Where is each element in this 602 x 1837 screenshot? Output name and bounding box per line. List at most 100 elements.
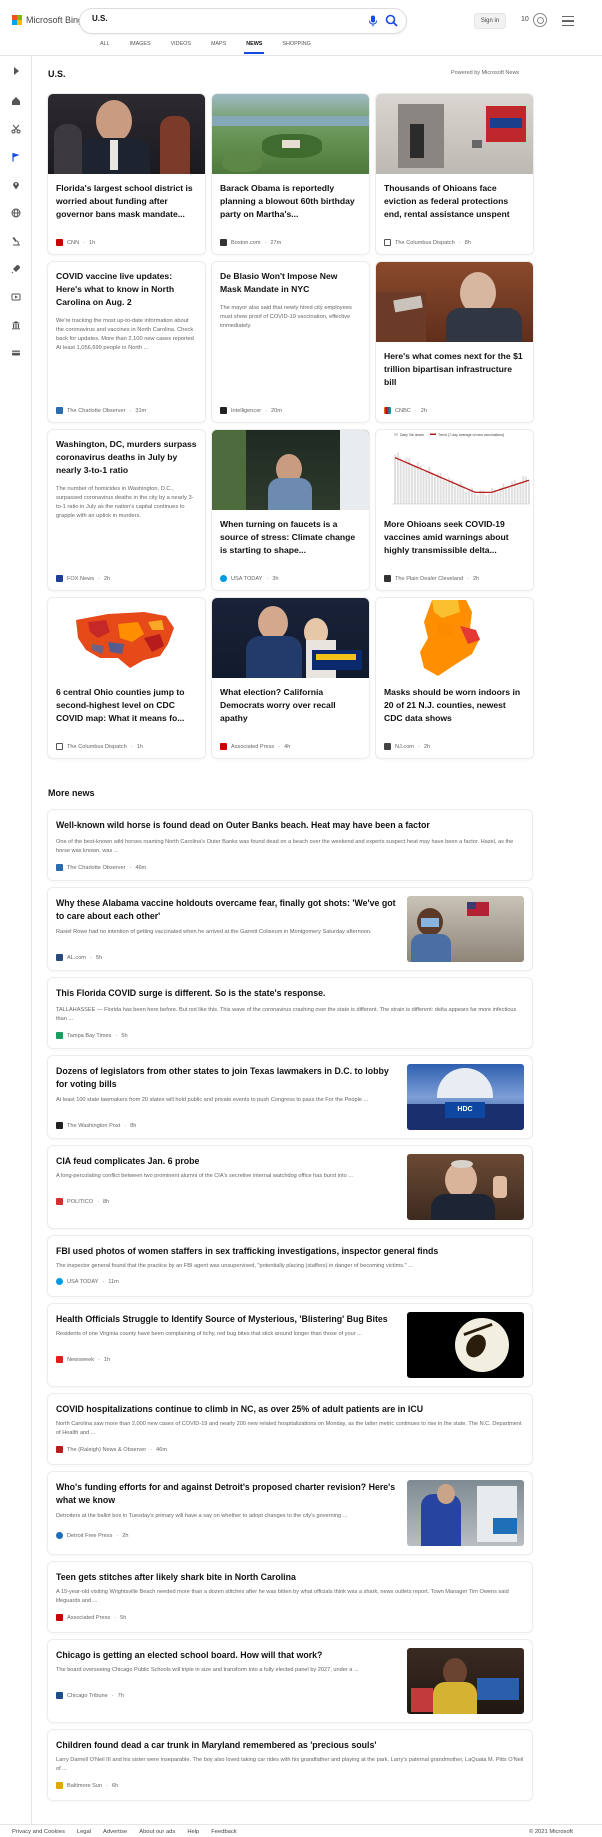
item-title[interactable]: Chicago is getting an elected school boa… bbox=[56, 1649, 401, 1662]
scissors-icon[interactable] bbox=[11, 124, 21, 134]
card-title[interactable]: When turning on faucets is a source of s… bbox=[212, 518, 369, 557]
item-title[interactable]: Children found dead a car trunk in Maryl… bbox=[56, 1739, 516, 1752]
item-title[interactable]: Well-known wild horse is found dead on O… bbox=[56, 819, 516, 832]
item-title[interactable]: FBI used photos of women staffers in sex… bbox=[56, 1245, 516, 1258]
footer-link-feedback[interactable]: Feedback bbox=[211, 1829, 236, 1835]
item-title[interactable]: Why these Alabama vaccine holdouts overc… bbox=[56, 897, 401, 923]
card-title[interactable]: 6 central Ohio counties jump to second-h… bbox=[48, 686, 205, 725]
item-source[interactable]: Newsweek bbox=[67, 1357, 94, 1363]
news-card[interactable]: Here's what comes next for the $1 trilli… bbox=[376, 262, 533, 422]
menu-icon[interactable] bbox=[562, 16, 574, 26]
tab-videos[interactable]: VIDEOS bbox=[161, 40, 201, 54]
footer-link-about-ads[interactable]: About our ads bbox=[139, 1829, 175, 1835]
item-source[interactable]: Chicago Tribune bbox=[67, 1693, 108, 1699]
item-source[interactable]: POLITICO bbox=[67, 1199, 93, 1205]
more-news-item[interactable]: Dozens of legislators from other states … bbox=[48, 1056, 532, 1138]
item-title[interactable]: COVID hospitalizations continue to climb… bbox=[56, 1403, 516, 1416]
sign-in-button[interactable]: Sign in bbox=[474, 13, 506, 29]
microphone-icon[interactable] bbox=[368, 15, 378, 27]
item-source[interactable]: Tampa Bay Times bbox=[67, 1033, 111, 1039]
item-source[interactable]: The Washington Post bbox=[67, 1123, 120, 1129]
tab-images[interactable]: IMAGES bbox=[120, 40, 161, 54]
card-source[interactable]: Boston.com bbox=[231, 240, 261, 246]
item-title[interactable]: Health Officials Struggle to Identify So… bbox=[56, 1313, 401, 1326]
tab-maps[interactable]: MAPS bbox=[201, 40, 236, 54]
film-icon[interactable] bbox=[11, 292, 21, 302]
news-card[interactable]: Washington, DC, murders surpass coronavi… bbox=[48, 430, 205, 590]
more-news-item[interactable]: This Florida COVID surge is different. S… bbox=[48, 978, 532, 1048]
card-source[interactable]: Intelligencer bbox=[231, 408, 261, 414]
globe-icon[interactable] bbox=[11, 208, 21, 218]
card-source[interactable]: NJ.com bbox=[395, 744, 414, 750]
item-title[interactable]: Dozens of legislators from other states … bbox=[56, 1065, 401, 1091]
search-icon[interactable] bbox=[385, 14, 398, 27]
bank-icon[interactable] bbox=[11, 320, 21, 330]
card-source[interactable]: FOX News bbox=[67, 576, 94, 582]
card-source[interactable]: The Columbus Dispatch bbox=[395, 240, 455, 246]
more-news-item[interactable]: CIA feud complicates Jan. 6 probe A long… bbox=[48, 1146, 532, 1228]
location-pin-icon[interactable] bbox=[11, 180, 21, 190]
more-news-item[interactable]: Children found dead a car trunk in Maryl… bbox=[48, 1730, 532, 1800]
more-news-item[interactable]: Health Officials Struggle to Identify So… bbox=[48, 1304, 532, 1386]
item-title[interactable]: This Florida COVID surge is different. S… bbox=[56, 987, 516, 1000]
card-title[interactable]: What election? California Democrats worr… bbox=[212, 686, 369, 725]
news-card[interactable]: What election? California Democrats worr… bbox=[212, 598, 369, 758]
card-source[interactable]: The Plain Dealer Cleveland bbox=[395, 576, 463, 582]
footer-link-help[interactable]: Help bbox=[187, 1829, 199, 1835]
bing-logo[interactable]: Microsoft Bing bbox=[12, 15, 83, 25]
rocket-icon[interactable] bbox=[11, 264, 21, 274]
card-source[interactable]: USA TODAY bbox=[231, 576, 262, 582]
more-news-item[interactable]: Why these Alabama vaccine holdouts overc… bbox=[48, 888, 532, 970]
card-title[interactable]: Thousands of Ohioans face eviction as fe… bbox=[376, 182, 533, 221]
credit-card-icon[interactable] bbox=[11, 348, 21, 358]
item-source[interactable]: Detroit Free Press bbox=[67, 1533, 112, 1539]
news-card[interactable]: Barack Obama is reportedly planning a bl… bbox=[212, 94, 369, 254]
news-card[interactable]: 6 central Ohio counties jump to second-h… bbox=[48, 598, 205, 758]
expand-arrow-icon[interactable] bbox=[11, 66, 21, 76]
rewards-icon[interactable] bbox=[533, 13, 547, 27]
more-news-item[interactable]: Teen gets stitches after likely shark bi… bbox=[48, 1562, 532, 1632]
card-source[interactable]: The Charlotte Observer bbox=[67, 408, 125, 414]
card-title[interactable]: Washington, DC, murders surpass coronavi… bbox=[48, 438, 205, 477]
card-source[interactable]: CNBC bbox=[395, 408, 411, 414]
news-card[interactable]: Florida's largest school district is wor… bbox=[48, 94, 205, 254]
item-source[interactable]: Baltimore Sun bbox=[67, 1783, 102, 1789]
news-card[interactable]: Masks should be worn indoors in 20 of 21… bbox=[376, 598, 533, 758]
item-source[interactable]: AL.com bbox=[67, 955, 86, 961]
item-title[interactable]: Who's funding efforts for and against De… bbox=[56, 1481, 401, 1507]
card-title[interactable]: Masks should be worn indoors in 20 of 21… bbox=[376, 686, 533, 725]
card-title[interactable]: COVID vaccine live updates: Here's what … bbox=[48, 270, 205, 309]
item-title[interactable]: CIA feud complicates Jan. 6 probe bbox=[56, 1155, 401, 1168]
tab-news[interactable]: NEWS bbox=[236, 40, 272, 54]
tab-all[interactable]: ALL bbox=[90, 40, 120, 54]
news-card[interactable]: De Blasio Won't Impose New Mask Mandate … bbox=[212, 262, 369, 422]
card-title[interactable]: Barack Obama is reportedly planning a bl… bbox=[212, 182, 369, 221]
card-source[interactable]: The Columbus Dispatch bbox=[67, 744, 127, 750]
card-title[interactable]: Here's what comes next for the $1 trilli… bbox=[376, 350, 533, 389]
card-source[interactable]: Associated Press bbox=[231, 744, 274, 750]
footer-link-legal[interactable]: Legal bbox=[77, 1829, 91, 1835]
tab-shopping[interactable]: SHOPPING bbox=[272, 40, 320, 54]
more-news-item[interactable]: FBI used photos of women staffers in sex… bbox=[48, 1236, 532, 1296]
more-news-item[interactable]: Who's funding efforts for and against De… bbox=[48, 1472, 532, 1554]
news-card[interactable]: COVID vaccine live updates: Here's what … bbox=[48, 262, 205, 422]
news-card[interactable]: When turning on faucets is a source of s… bbox=[212, 430, 369, 590]
microscope-icon[interactable] bbox=[11, 236, 21, 246]
footer-link-advertise[interactable]: Advertise bbox=[103, 1829, 127, 1835]
item-source[interactable]: Associated Press bbox=[67, 1615, 110, 1621]
flag-icon[interactable] bbox=[11, 152, 21, 162]
home-icon[interactable] bbox=[11, 96, 21, 106]
item-title[interactable]: Teen gets stitches after likely shark bi… bbox=[56, 1571, 516, 1584]
more-news-item[interactable]: Chicago is getting an elected school boa… bbox=[48, 1640, 532, 1722]
more-news-item[interactable]: COVID hospitalizations continue to climb… bbox=[48, 1394, 532, 1464]
item-source[interactable]: The (Raleigh) News & Observer bbox=[67, 1447, 146, 1453]
footer-link-privacy[interactable]: Privacy and Cookies bbox=[12, 1829, 65, 1835]
card-title[interactable]: De Blasio Won't Impose New Mask Mandate … bbox=[212, 270, 369, 296]
item-source[interactable]: The Charlotte Observer bbox=[67, 865, 125, 871]
item-source[interactable]: USA TODAY bbox=[67, 1279, 98, 1285]
card-title[interactable]: More Ohioans seek COVID-19 vaccines amid… bbox=[376, 518, 533, 557]
card-source[interactable]: CNN bbox=[67, 240, 79, 246]
search-input[interactable] bbox=[92, 14, 322, 23]
news-card[interactable]: Thousands of Ohioans face eviction as fe… bbox=[376, 94, 533, 254]
more-news-item[interactable]: Well-known wild horse is found dead on O… bbox=[48, 810, 532, 880]
